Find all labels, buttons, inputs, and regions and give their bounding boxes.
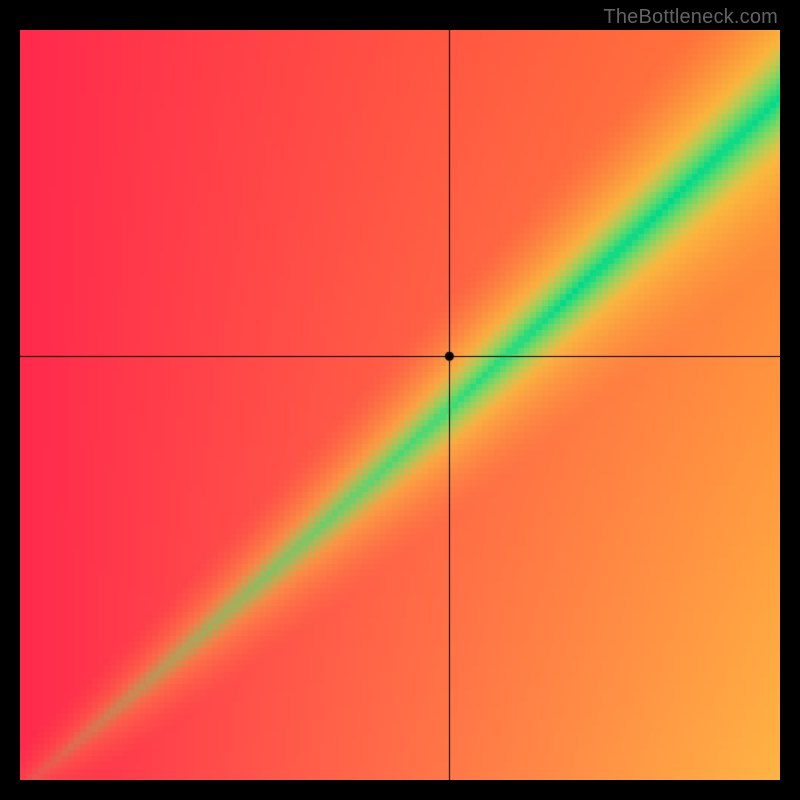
chart-frame: TheBottleneck.com (0, 0, 800, 800)
bottleneck-heatmap (20, 30, 780, 780)
watermark-text: TheBottleneck.com (603, 6, 778, 29)
